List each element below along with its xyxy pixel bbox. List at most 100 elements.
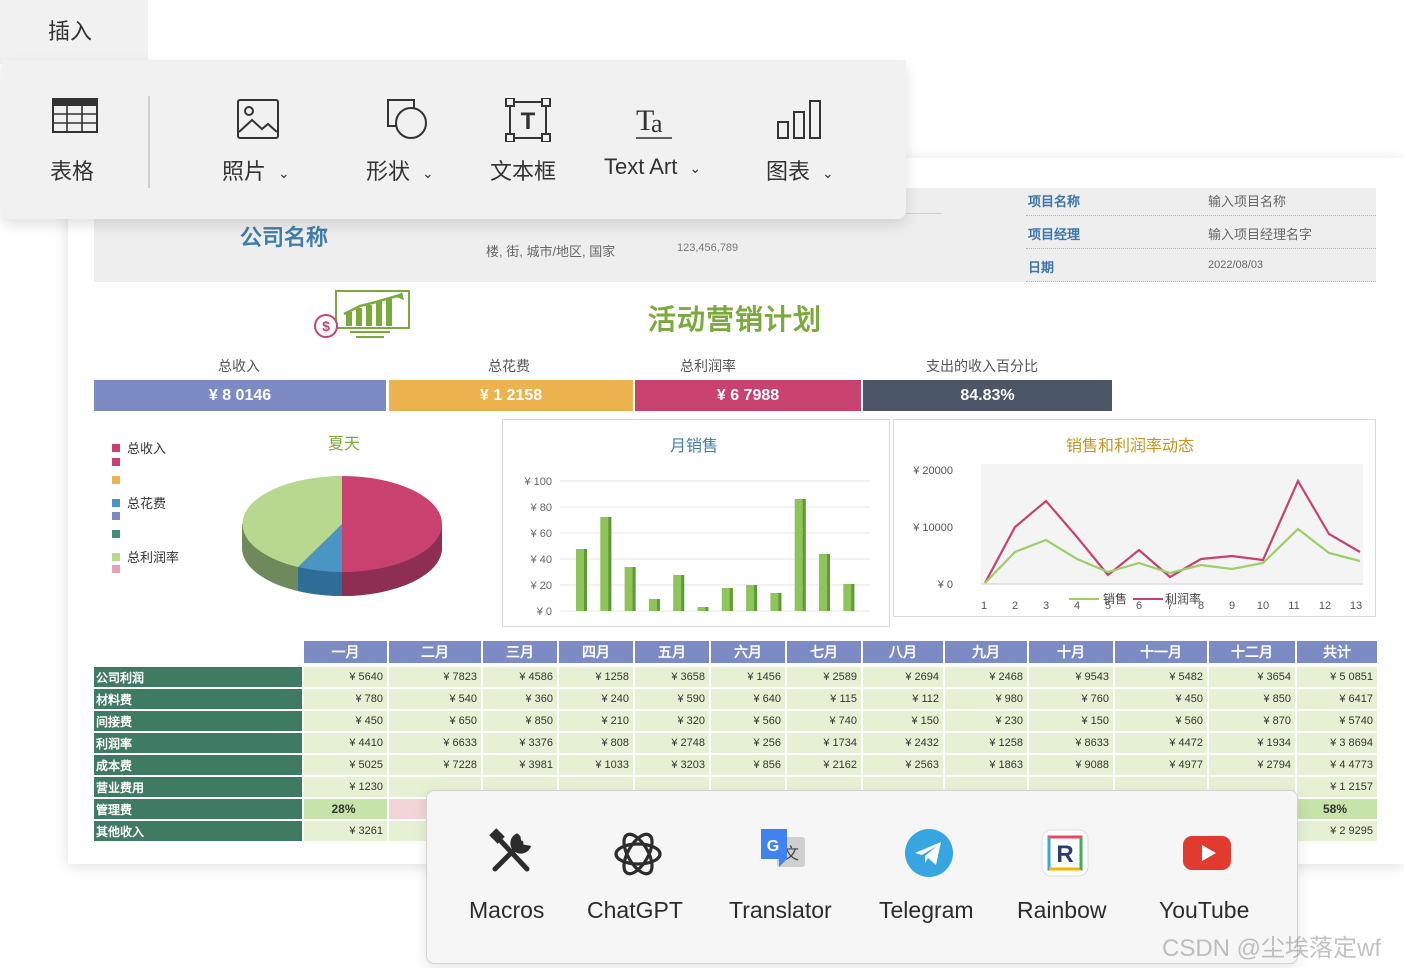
- info-value[interactable]: 2022/08/03: [1208, 259, 1263, 271]
- table-cell[interactable]: ¥ 9543: [1029, 667, 1113, 687]
- table-cell[interactable]: ¥ 1456: [711, 667, 785, 687]
- table-cell[interactable]: 58%: [1297, 799, 1377, 819]
- table-cell[interactable]: ¥ 760: [1029, 689, 1113, 709]
- table-cell[interactable]: ¥ 150: [863, 711, 943, 731]
- kpi-value-profit[interactable]: ¥ 6 7988: [635, 380, 861, 411]
- insert-shape-button[interactable]: 形状 ⌄: [364, 60, 454, 219]
- table-cell[interactable]: ¥ 870: [1209, 711, 1295, 731]
- insert-text-art-button[interactable]: T a Text Art ⌄: [602, 60, 718, 219]
- row-header[interactable]: 管理费: [94, 799, 302, 819]
- table-cell[interactable]: ¥ 7228: [389, 755, 481, 775]
- table-cell[interactable]: ¥ 6417: [1297, 689, 1377, 709]
- table-cell[interactable]: ¥ 240: [559, 689, 633, 709]
- table-cell[interactable]: ¥ 2794: [1209, 755, 1295, 775]
- table-cell[interactable]: ¥ 1258: [559, 667, 633, 687]
- table-cell[interactable]: ¥ 2432: [863, 733, 943, 753]
- row-header[interactable]: 间接费: [94, 711, 302, 731]
- table-cell[interactable]: ¥ 1230: [304, 777, 387, 797]
- table-cell[interactable]: ¥ 808: [559, 733, 633, 753]
- sheet-title[interactable]: 活动营销计划: [648, 298, 822, 338]
- month-header[interactable]: 八月: [863, 641, 943, 663]
- table-cell[interactable]: ¥ 3261: [304, 821, 387, 841]
- table-cell[interactable]: ¥ 5 0851: [1297, 667, 1377, 687]
- table-cell[interactable]: ¥ 2162: [787, 755, 861, 775]
- insert-table-button[interactable]: 表格: [48, 60, 104, 219]
- table-cell[interactable]: ¥ 2589: [787, 667, 861, 687]
- info-value[interactable]: 输入项目经理名字: [1208, 224, 1312, 243]
- table-cell[interactable]: ¥ 2748: [635, 733, 709, 753]
- month-header[interactable]: 四月: [559, 641, 633, 663]
- company-address[interactable]: 楼, 街, 城市/地区, 国家: [486, 241, 615, 260]
- addin-translator[interactable]: 文 G Translator: [727, 791, 843, 965]
- month-header[interactable]: 十月: [1029, 641, 1113, 663]
- table-cell[interactable]: ¥ 5025: [304, 755, 387, 775]
- info-row-project-manager[interactable]: 项目经理 输入项目经理名字: [1026, 219, 1376, 249]
- month-header[interactable]: 二月: [389, 641, 481, 663]
- table-cell[interactable]: ¥ 1258: [945, 733, 1027, 753]
- table-cell[interactable]: ¥ 1863: [945, 755, 1027, 775]
- kpi-value-ratio[interactable]: 84.83%: [863, 380, 1112, 411]
- table-cell[interactable]: ¥ 640: [711, 689, 785, 709]
- table-cell[interactable]: ¥ 2 9295: [1297, 821, 1377, 841]
- table-cell[interactable]: ¥ 850: [1209, 689, 1295, 709]
- table-cell[interactable]: ¥ 4586: [483, 667, 557, 687]
- table-cell[interactable]: ¥ 5740: [1297, 711, 1377, 731]
- month-header[interactable]: 一月: [304, 641, 387, 663]
- table-cell[interactable]: ¥ 7823: [389, 667, 481, 687]
- kpi-value-spend[interactable]: ¥ 1 2158: [389, 380, 633, 411]
- table-cell[interactable]: ¥ 980: [945, 689, 1027, 709]
- company-name[interactable]: 公司名称: [240, 220, 328, 252]
- row-header[interactable]: 成本费: [94, 755, 302, 775]
- table-cell[interactable]: ¥ 1033: [559, 755, 633, 775]
- table-cell[interactable]: ¥ 450: [304, 711, 387, 731]
- table-cell[interactable]: ¥ 740: [787, 711, 861, 731]
- month-header[interactable]: 三月: [483, 641, 557, 663]
- month-header[interactable]: 六月: [711, 641, 785, 663]
- table-cell[interactable]: ¥ 3981: [483, 755, 557, 775]
- table-cell[interactable]: ¥ 590: [635, 689, 709, 709]
- table-cell[interactable]: ¥ 850: [483, 711, 557, 731]
- row-header[interactable]: 公司利润: [94, 667, 302, 687]
- table-cell[interactable]: ¥ 3376: [483, 733, 557, 753]
- insert-textbox-button[interactable]: T 文本框: [488, 60, 568, 219]
- table-cell[interactable]: ¥ 112: [863, 689, 943, 709]
- table-cell[interactable]: ¥ 4977: [1115, 755, 1207, 775]
- company-phone[interactable]: 123,456,789: [677, 242, 738, 254]
- row-header[interactable]: 其他收入: [94, 821, 302, 841]
- month-header[interactable]: 共计: [1297, 641, 1377, 663]
- row-header[interactable]: 材料费: [94, 689, 302, 709]
- table-cell[interactable]: ¥ 5482: [1115, 667, 1207, 687]
- month-header[interactable]: 十二月: [1209, 641, 1295, 663]
- addin-telegram[interactable]: Telegram: [877, 791, 981, 965]
- table-cell[interactable]: ¥ 4410: [304, 733, 387, 753]
- table-cell[interactable]: ¥ 3654: [1209, 667, 1295, 687]
- insert-chart-button[interactable]: 图表 ⌄: [764, 60, 854, 219]
- month-header[interactable]: 五月: [635, 641, 709, 663]
- row-header[interactable]: 营业费用: [94, 777, 302, 797]
- table-cell[interactable]: ¥ 540: [389, 689, 481, 709]
- table-cell[interactable]: ¥ 6633: [389, 733, 481, 753]
- table-cell[interactable]: ¥ 780: [304, 689, 387, 709]
- table-cell[interactable]: ¥ 2468: [945, 667, 1027, 687]
- info-row-date[interactable]: 日期 2022/08/03: [1026, 252, 1376, 282]
- tab-insert[interactable]: 插入: [0, 0, 148, 64]
- addin-macros[interactable]: Macros: [467, 791, 557, 965]
- table-cell[interactable]: ¥ 5640: [304, 667, 387, 687]
- table-cell[interactable]: ¥ 210: [559, 711, 633, 731]
- table-cell[interactable]: ¥ 1 2157: [1297, 777, 1377, 797]
- table-cell[interactable]: ¥ 150: [1029, 711, 1113, 731]
- kpi-value-revenue[interactable]: ¥ 8 0146: [94, 380, 386, 411]
- addin-rainbow[interactable]: R Rainbow: [1015, 791, 1115, 965]
- table-cell[interactable]: ¥ 1934: [1209, 733, 1295, 753]
- insert-photo-button[interactable]: 照片 ⌄: [220, 60, 310, 219]
- info-value[interactable]: 输入项目名称: [1208, 191, 1286, 210]
- table-cell[interactable]: ¥ 2694: [863, 667, 943, 687]
- info-row-project-name[interactable]: 项目名称 输入项目名称: [1026, 186, 1376, 216]
- table-cell[interactable]: ¥ 230: [945, 711, 1027, 731]
- table-cell[interactable]: ¥ 4472: [1115, 733, 1207, 753]
- table-cell[interactable]: ¥ 256: [711, 733, 785, 753]
- table-cell[interactable]: ¥ 4 4773: [1297, 755, 1377, 775]
- row-header[interactable]: 利润率: [94, 733, 302, 753]
- addin-chatgpt[interactable]: ChatGPT: [585, 791, 695, 965]
- table-cell[interactable]: ¥ 360: [483, 689, 557, 709]
